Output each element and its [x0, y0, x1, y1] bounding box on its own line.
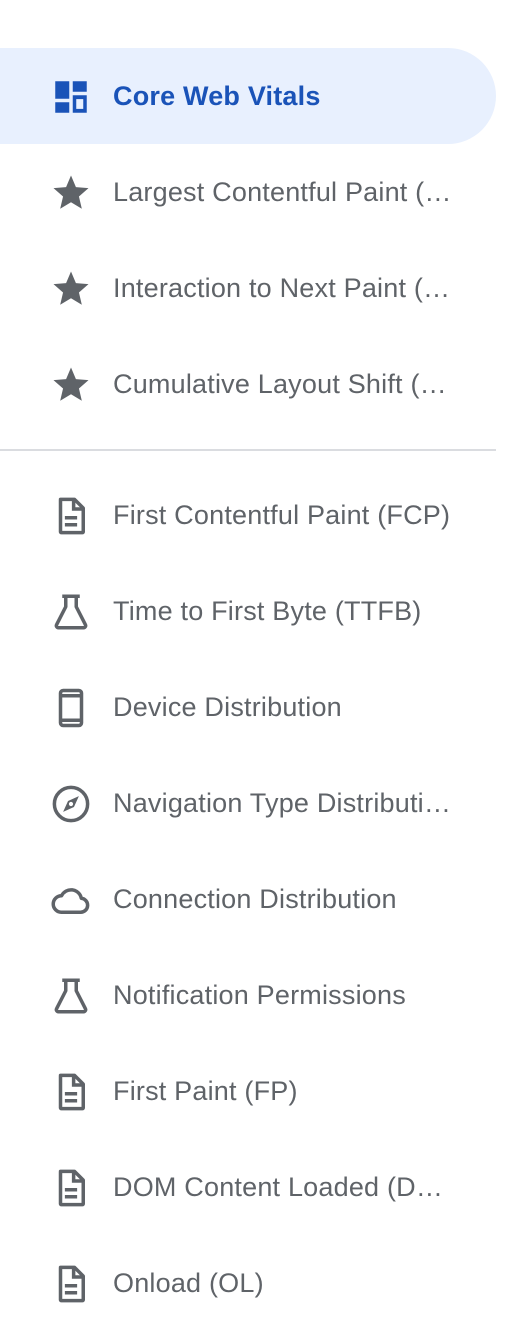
dashboard-icon [50, 76, 92, 118]
document-icon [50, 1263, 92, 1305]
nav-item-onload[interactable]: Onload (OL) [0, 1235, 496, 1331]
nav-item-fcp[interactable]: First Contentful Paint (FCP) [0, 467, 496, 563]
cloud-icon [50, 879, 92, 921]
nav-item-label: Device Distribution [113, 692, 342, 722]
flask-icon [50, 591, 92, 633]
nav-item-label: Time to First Byte (TTFB) [113, 596, 422, 626]
nav-item-device-distribution[interactable]: Device Distribution [0, 659, 496, 755]
star-icon [50, 172, 92, 214]
nav-item-ttfb[interactable]: Time to First Byte (TTFB) [0, 563, 496, 659]
document-icon [50, 495, 92, 537]
nav-item-label: Notification Permissions [113, 980, 406, 1010]
nav-item-label: Core Web Vitals [113, 81, 321, 111]
nav-item-label: Navigation Type Distribution [113, 788, 453, 818]
nav-item-label: Onload (OL) [113, 1268, 264, 1298]
star-icon [50, 364, 92, 406]
nav-item-label: Connection Distribution [113, 884, 397, 914]
nav-item-label: Cumulative Layout Shift (CLS) [113, 369, 453, 399]
nav-item-lcp[interactable]: Largest Contentful Paint (LCP) [0, 144, 496, 240]
flask-icon [50, 975, 92, 1017]
nav-item-label: First Paint (FP) [113, 1076, 298, 1106]
nav-item-core-web-vitals[interactable]: Core Web Vitals [0, 48, 496, 144]
compass-icon [50, 783, 92, 825]
star-icon [50, 268, 92, 310]
sidebar-nav: Core Web Vitals Largest Contentful Paint… [0, 48, 496, 1331]
nav-item-first-paint[interactable]: First Paint (FP) [0, 1043, 496, 1139]
nav-item-label: Largest Contentful Paint (LCP) [113, 177, 453, 207]
nav-item-dom-content-loaded[interactable]: DOM Content Loaded (DCL) [0, 1139, 496, 1235]
document-icon [50, 1071, 92, 1113]
document-icon [50, 1167, 92, 1209]
nav-item-navigation-type[interactable]: Navigation Type Distribution [0, 755, 496, 851]
nav-item-label: First Contentful Paint (FCP) [113, 500, 451, 530]
nav-item-label: Interaction to Next Paint (INP) [113, 273, 453, 303]
nav-item-notification-permissions[interactable]: Notification Permissions [0, 947, 496, 1043]
phone-icon [50, 687, 92, 729]
nav-item-connection-distribution[interactable]: Connection Distribution [0, 851, 496, 947]
nav-item-cls[interactable]: Cumulative Layout Shift (CLS) [0, 336, 496, 432]
nav-divider [0, 449, 496, 451]
nav-item-inp[interactable]: Interaction to Next Paint (INP) [0, 240, 496, 336]
nav-item-label: DOM Content Loaded (DCL) [113, 1172, 453, 1202]
